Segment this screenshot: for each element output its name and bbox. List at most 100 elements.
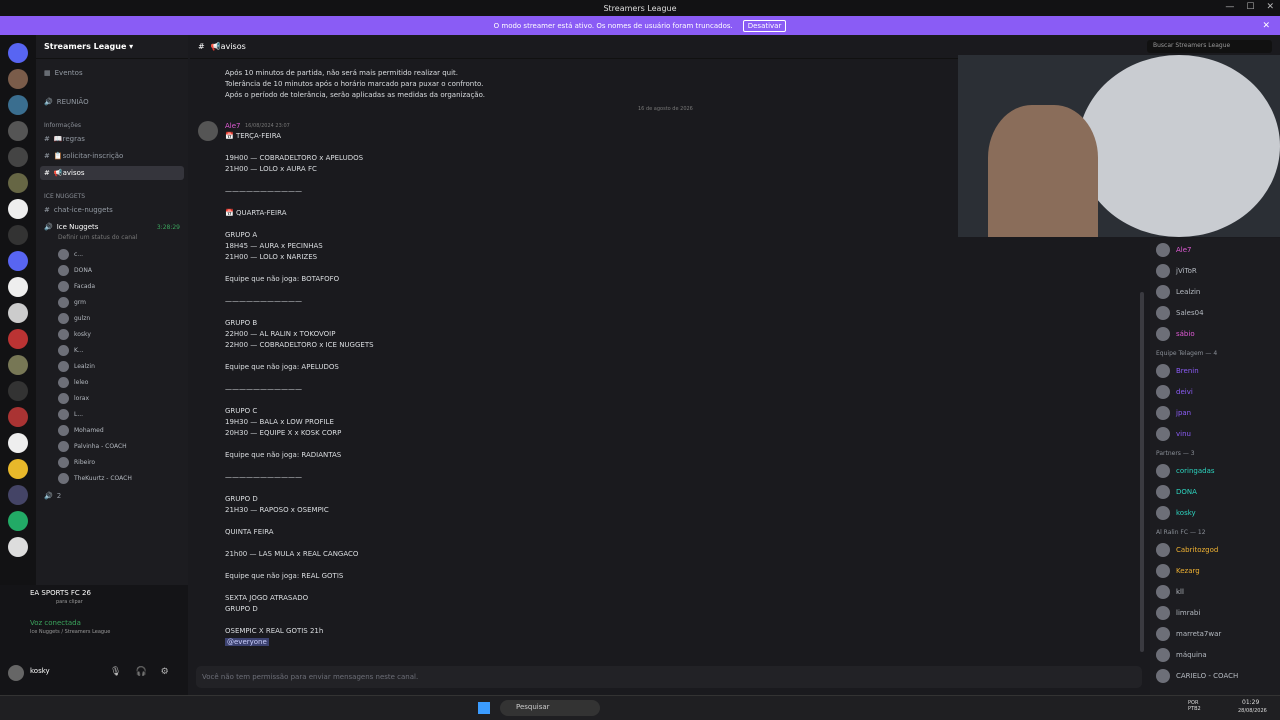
member-item[interactable]: jViToR bbox=[1156, 263, 1197, 279]
avatar[interactable] bbox=[8, 665, 24, 681]
server-icon[interactable] bbox=[8, 69, 28, 89]
title-bar: Streamers League — ☐ ✕ bbox=[0, 0, 1280, 16]
voice-user[interactable]: leleo bbox=[58, 375, 88, 389]
member-item[interactable]: marreta7war bbox=[1156, 626, 1221, 642]
avatar[interactable] bbox=[198, 121, 218, 141]
server-icon[interactable] bbox=[8, 199, 28, 219]
server-icon[interactable] bbox=[8, 95, 28, 115]
member-item[interactable]: coringadas bbox=[1156, 463, 1215, 479]
voice-status[interactable]: Definir um status do canal bbox=[58, 234, 137, 241]
voice-user-name: Lealzin bbox=[74, 362, 95, 370]
clock-date[interactable]: 28/08/2026 bbox=[1238, 708, 1267, 714]
maximize-icon[interactable]: ☐ bbox=[1246, 2, 1254, 12]
voice-user[interactable]: gulzn bbox=[58, 311, 90, 325]
meeting-item[interactable]: 🔊 REUNIÃO bbox=[40, 95, 184, 109]
channel-avisos[interactable]: # 📢avisos bbox=[40, 166, 184, 180]
server-icon[interactable] bbox=[8, 511, 28, 531]
member-name: vinu bbox=[1176, 430, 1191, 438]
member-item[interactable]: vinu bbox=[1156, 426, 1191, 442]
voice-connected: Voz conectada bbox=[30, 619, 81, 627]
server-icon[interactable] bbox=[8, 173, 28, 193]
language[interactable]: POR PTB2 bbox=[1188, 700, 1210, 712]
server-header[interactable]: Streamers League ▾ bbox=[36, 35, 188, 59]
voice-user[interactable]: L... bbox=[58, 407, 83, 421]
gear-icon[interactable]: ⚙ bbox=[161, 667, 169, 677]
voice-user[interactable]: Lealzin bbox=[58, 359, 95, 373]
server-icon[interactable] bbox=[8, 251, 28, 271]
message-author[interactable]: Ale7 bbox=[225, 122, 241, 130]
voice-user[interactable]: Mohamed bbox=[58, 423, 104, 437]
server-icon[interactable] bbox=[8, 355, 28, 375]
member-item[interactable]: Sales04 bbox=[1156, 305, 1204, 321]
webcam-overlay bbox=[958, 55, 1280, 237]
member-item[interactable]: Ale7 bbox=[1156, 242, 1192, 258]
scrollbar[interactable] bbox=[1140, 292, 1144, 652]
channel-chat-ice[interactable]: # chat-ice-nuggets bbox=[40, 203, 184, 217]
minimize-icon[interactable]: — bbox=[1225, 2, 1234, 12]
disable-button[interactable]: Desativar bbox=[742, 19, 787, 32]
user-controls: 🎙 🎧 ⚙ bbox=[110, 667, 169, 677]
member-item[interactable]: Brenin bbox=[1156, 363, 1199, 379]
voice-label: Ice Nuggets bbox=[56, 223, 99, 231]
voice-user[interactable]: grm bbox=[58, 295, 86, 309]
mic-icon[interactable]: 🎙 bbox=[110, 667, 121, 677]
home-icon[interactable] bbox=[8, 43, 28, 63]
hash-icon: # bbox=[44, 169, 50, 177]
taskbar-search[interactable]: Pesquisar bbox=[500, 700, 600, 716]
server-icon[interactable] bbox=[8, 303, 28, 323]
voice-channel[interactable]: 🔊 Ice Nuggets 3:28:29 bbox=[40, 220, 184, 234]
member-item[interactable]: máquina bbox=[1156, 647, 1207, 663]
server-icon[interactable] bbox=[8, 381, 28, 401]
voice-user[interactable]: Facada bbox=[58, 279, 95, 293]
member-item[interactable]: Kezarg bbox=[1156, 563, 1200, 579]
avatar bbox=[1156, 285, 1170, 299]
voice-user[interactable]: kosky bbox=[58, 327, 91, 341]
server-icon[interactable] bbox=[8, 485, 28, 505]
clock-time[interactable]: 01:29 bbox=[1242, 699, 1259, 706]
server-icon[interactable] bbox=[8, 147, 28, 167]
server-icon[interactable] bbox=[8, 329, 28, 349]
member-item[interactable]: limrabi bbox=[1156, 605, 1200, 621]
headset-icon[interactable]: 🎧 bbox=[135, 667, 146, 677]
server-icon[interactable] bbox=[8, 277, 28, 297]
windows-icon[interactable] bbox=[478, 702, 490, 714]
member-item[interactable]: jpan bbox=[1156, 405, 1191, 421]
server-icon[interactable] bbox=[8, 433, 28, 453]
voice-user[interactable]: K... bbox=[58, 343, 84, 357]
member-item[interactable]: kll bbox=[1156, 584, 1184, 600]
member-item[interactable]: Cabritozgod bbox=[1156, 542, 1218, 558]
voice-user[interactable]: Palvinha - COACH bbox=[58, 439, 127, 453]
category-info[interactable]: Informações bbox=[44, 122, 81, 129]
voice-user-name: Facada bbox=[74, 282, 96, 290]
more-channel[interactable]: 🔊 2 bbox=[40, 489, 184, 503]
message-line: Equipe que não joga: BOTAFOFO bbox=[225, 275, 340, 283]
voice-user[interactable]: lorax bbox=[58, 391, 89, 405]
close-icon[interactable]: ✕ bbox=[1262, 21, 1270, 31]
voice-user[interactable]: DONA bbox=[58, 263, 92, 277]
server-icon[interactable] bbox=[8, 121, 28, 141]
mention[interactable]: @everyone bbox=[225, 638, 269, 646]
voice-user[interactable]: TheKuurtz - COACH bbox=[58, 471, 132, 485]
member-item[interactable]: kosky bbox=[1156, 505, 1196, 521]
avatar bbox=[1156, 464, 1170, 478]
member-item[interactable]: DONA bbox=[1156, 484, 1197, 500]
member-name: kosky bbox=[1176, 509, 1196, 517]
message-line: ——————————— bbox=[225, 187, 302, 195]
member-name: máquina bbox=[1176, 651, 1207, 659]
voice-user[interactable]: c... bbox=[58, 247, 83, 261]
channel-solicitar[interactable]: # 📋solicitar-inscrição bbox=[40, 149, 184, 163]
server-icon[interactable] bbox=[8, 459, 28, 479]
server-icon[interactable] bbox=[8, 407, 28, 427]
member-item[interactable]: sábio bbox=[1156, 326, 1195, 342]
server-icon[interactable] bbox=[8, 537, 28, 557]
member-item[interactable]: Lealzin bbox=[1156, 284, 1200, 300]
member-item[interactable]: CARIELO - COACH bbox=[1156, 668, 1238, 684]
events-item[interactable]: ▦ Eventos bbox=[40, 66, 184, 80]
voice-user[interactable]: Ribeiro bbox=[58, 455, 95, 469]
search-input[interactable]: Buscar Streamers League bbox=[1147, 40, 1272, 53]
server-icon[interactable] bbox=[8, 225, 28, 245]
member-item[interactable]: deivi bbox=[1156, 384, 1193, 400]
category-ice[interactable]: ICE NUGGETS bbox=[44, 193, 85, 200]
channel-regras[interactable]: # 📖regras bbox=[40, 132, 184, 146]
close-icon[interactable]: ✕ bbox=[1266, 2, 1274, 12]
